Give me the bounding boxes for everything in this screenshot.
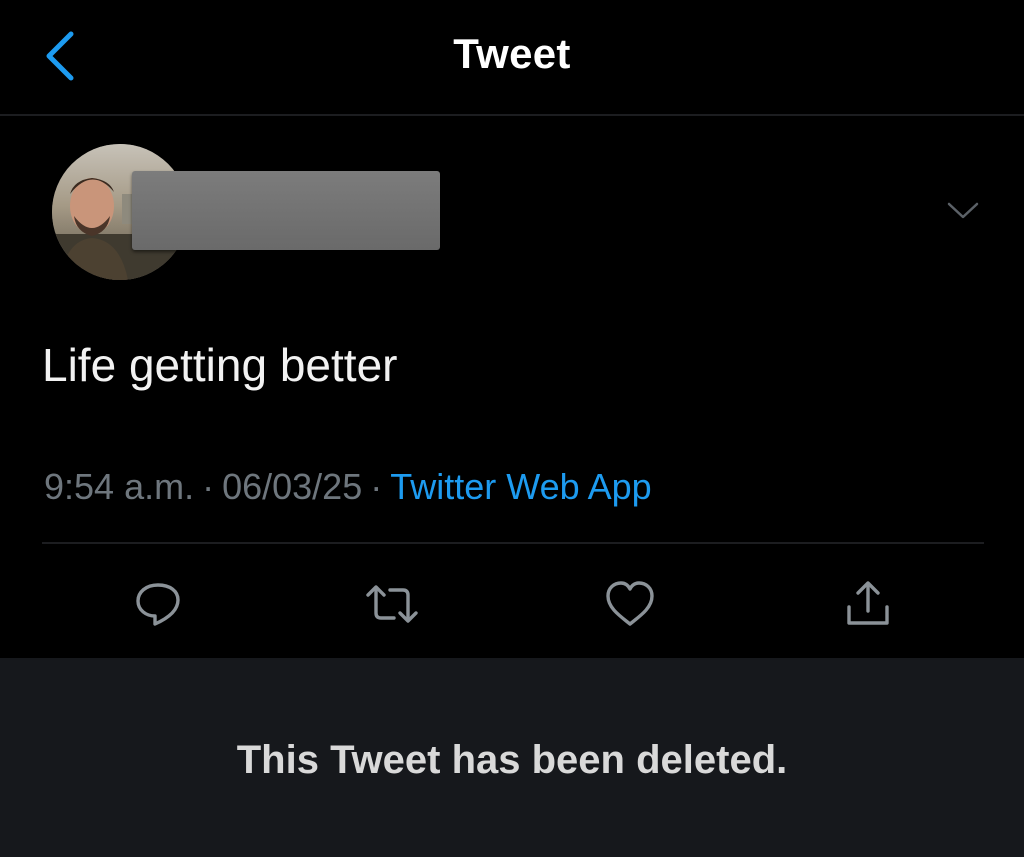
reply-icon xyxy=(136,583,180,626)
chevron-down-icon xyxy=(947,202,979,219)
page-title: Tweet xyxy=(453,30,571,77)
meta-divider xyxy=(42,542,984,544)
deleted-notice-text: This Tweet has been deleted. xyxy=(236,738,788,782)
redacted-username xyxy=(132,171,440,250)
meta-separator: · xyxy=(370,466,383,507)
tweet-meta: 9:54 a.m. · 06/03/25 · Twitter Web App xyxy=(44,466,652,508)
retweet-icon xyxy=(366,585,418,623)
tweet-source-link[interactable]: Twitter Web App xyxy=(390,466,651,507)
like-button[interactable] xyxy=(602,576,658,632)
retweet-button[interactable] xyxy=(364,576,420,632)
header-divider xyxy=(0,114,1024,116)
more-options-button[interactable] xyxy=(940,194,986,228)
reply-button[interactable] xyxy=(130,576,186,632)
tweet-date: 06/03/25 xyxy=(222,466,363,507)
meta-separator: · xyxy=(202,466,215,507)
tweet-time: 9:54 a.m. xyxy=(44,466,195,507)
share-button[interactable] xyxy=(840,576,896,632)
tweet-text: Life getting better xyxy=(42,339,398,391)
deleted-notice-panel: This Tweet has been deleted. xyxy=(0,658,1024,857)
share-icon xyxy=(847,581,889,625)
heart-icon xyxy=(606,581,654,626)
top-nav-bar: Tweet xyxy=(0,0,1024,114)
